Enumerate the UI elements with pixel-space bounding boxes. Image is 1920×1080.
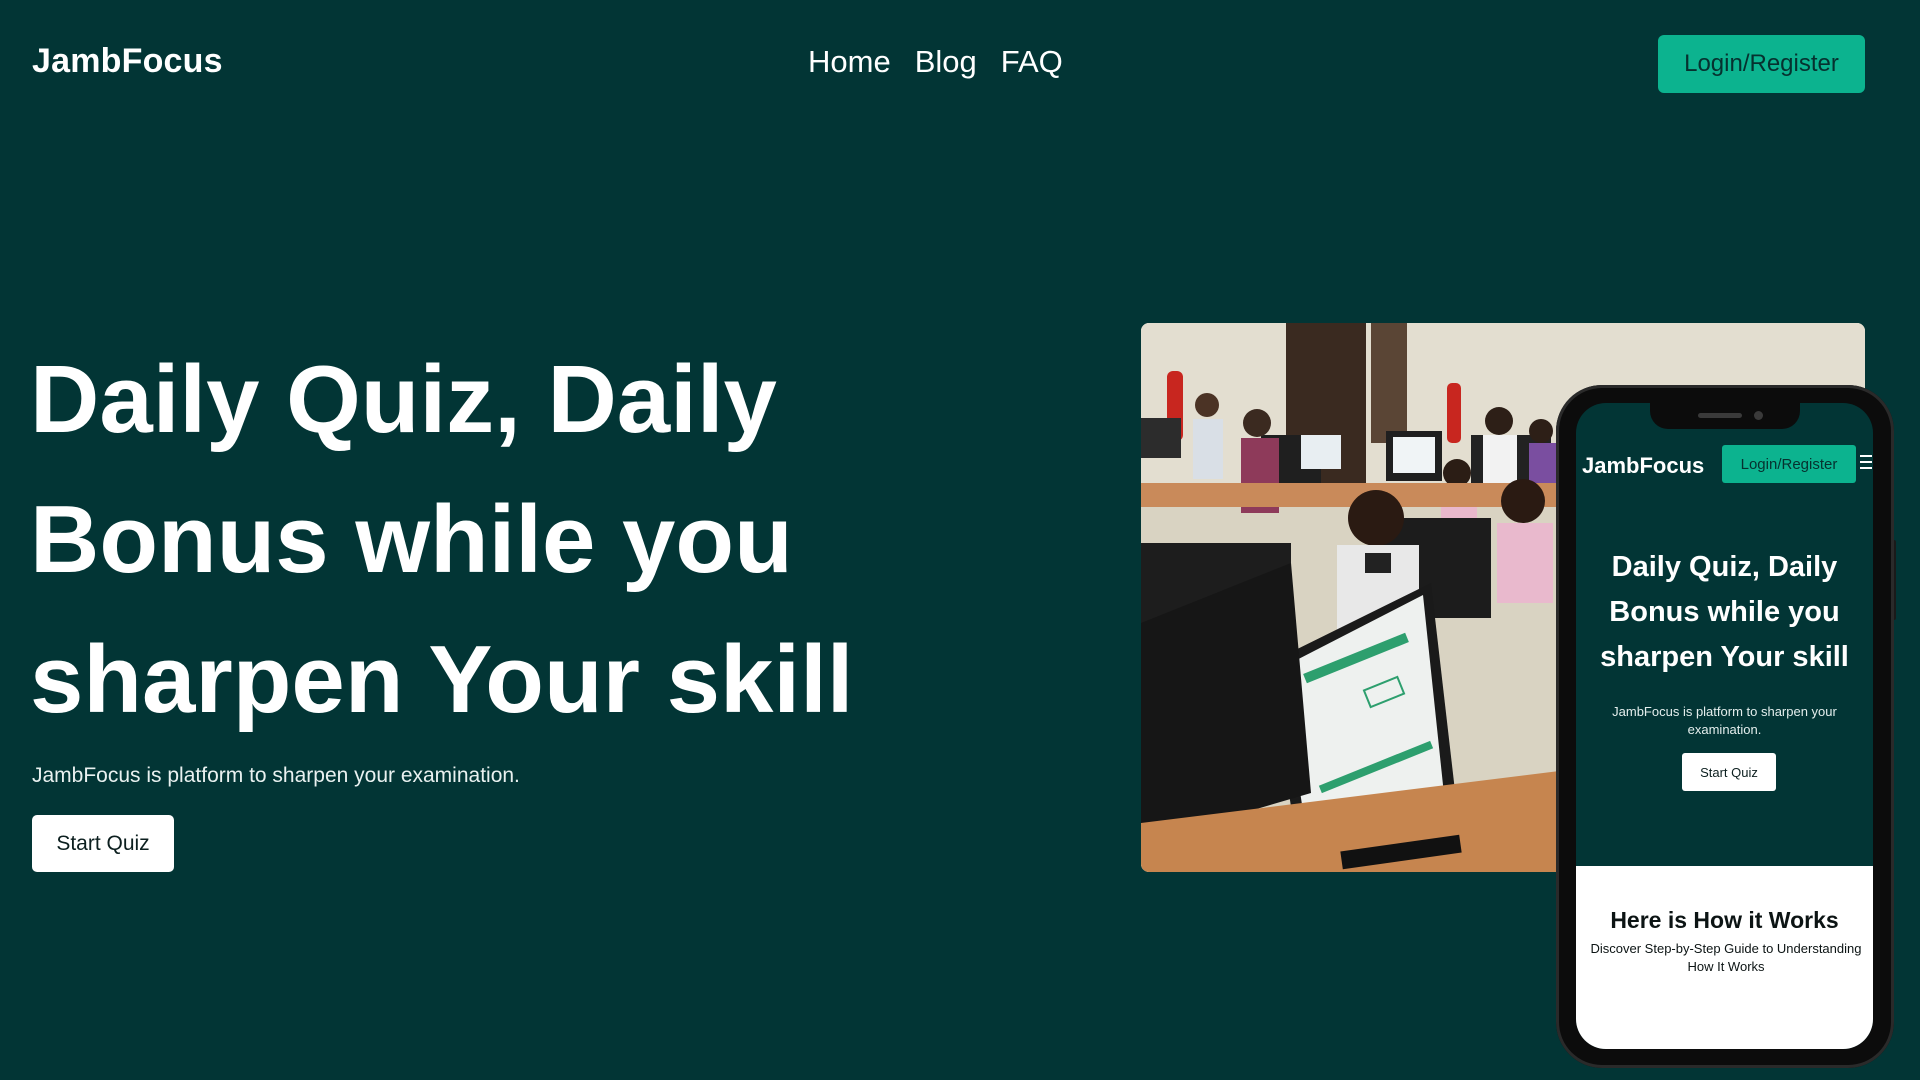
mobile-hero-title-line: Bonus while you	[1609, 596, 1840, 628]
mobile-preview-phone: JambFocus Login/Register Daily Quiz, Dai…	[1556, 385, 1894, 1068]
hamburger-menu-icon	[1860, 455, 1872, 473]
mobile-hero-subtitle: JambFocus is platform to sharpen your ex…	[1612, 704, 1837, 737]
nav-home-link[interactable]: Home	[808, 44, 891, 80]
mobile-logo: JambFocus	[1582, 453, 1705, 478]
mobile-how-it-works-section: Here is How it Works Discover Step-by-St…	[1576, 866, 1873, 1049]
mobile-hero-title-line: sharpen Your skill	[1600, 641, 1849, 673]
phone-notch	[1650, 403, 1800, 429]
main-nav: Home Blog FAQ	[808, 44, 1063, 80]
mobile-preview-screen: JambFocus Login/Register Daily Quiz, Dai…	[1576, 403, 1873, 1049]
site-logo[interactable]: JambFocus	[32, 42, 223, 81]
hero-title-line: Bonus while you	[30, 486, 793, 593]
hero-subtitle: JambFocus is platform to sharpen your ex…	[32, 764, 520, 787]
mobile-login-register-button: Login/Register	[1722, 445, 1856, 483]
nav-blog-link[interactable]: Blog	[915, 44, 977, 80]
hero-title: Daily Quiz, Daily Bonus while you sharpe…	[30, 330, 930, 750]
login-register-button[interactable]: Login/Register	[1658, 35, 1865, 93]
mobile-start-quiz-button: Start Quiz	[1682, 753, 1776, 791]
start-quiz-button[interactable]: Start Quiz	[32, 815, 174, 872]
landing-page: JambFocus Home Blog FAQ Login/Register D…	[0, 0, 1920, 1080]
hero-title-line: Daily Quiz, Daily	[30, 346, 777, 453]
mobile-how-it-works-subtitle: Discover Step-by-Step Guide to Understan…	[1590, 941, 1862, 974]
hero-title-line: sharpen Your skill	[30, 626, 854, 733]
mobile-hero-title: Daily Quiz, Daily Bonus while you sharpe…	[1576, 545, 1873, 680]
nav-faq-link[interactable]: FAQ	[1001, 44, 1063, 80]
phone-speaker	[1698, 413, 1742, 418]
phone-camera	[1754, 411, 1763, 420]
mobile-how-it-works-title: Here is How it Works	[1610, 907, 1839, 933]
mobile-hero-title-line: Daily Quiz, Daily	[1611, 551, 1838, 583]
